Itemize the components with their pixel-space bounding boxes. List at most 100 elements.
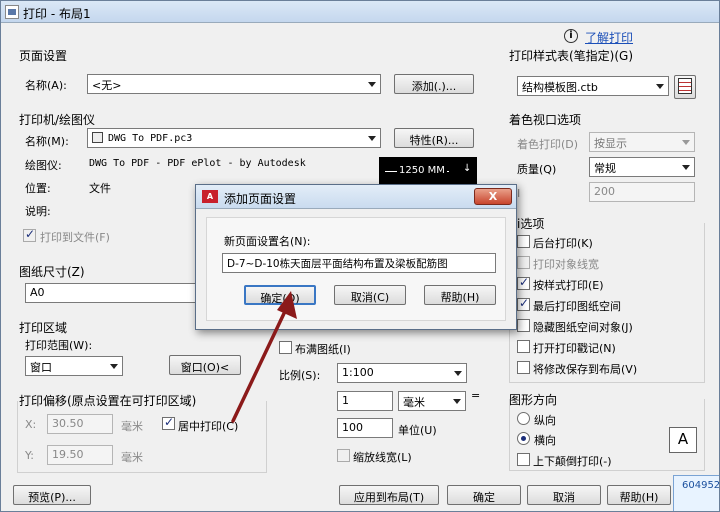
quality-select[interactable]: 常规 <box>589 157 695 177</box>
upside-down-checkbox[interactable] <box>517 453 530 466</box>
plot-option-checkbox[interactable] <box>517 296 530 311</box>
chevron-down-icon <box>682 165 690 170</box>
plot-dialog: 打印 - 布局1 i 了解打印 页面设置 名称(A): <无> 添加(.)...… <box>0 0 720 512</box>
paper-size-value: A0 <box>30 286 45 299</box>
offset-x-input[interactable]: 30.50 <box>47 414 113 434</box>
printer-name-select[interactable]: DWG To PDF.pc3 <box>87 128 381 148</box>
paper-size-heading: 图纸尺寸(Z) <box>19 265 85 279</box>
modal-ok-button[interactable]: 确定(O) <box>244 285 316 305</box>
ok-button[interactable]: 确定 <box>447 485 521 505</box>
equals-sign: = <box>471 389 481 402</box>
dpi-input[interactable]: 200 <box>589 182 695 202</box>
plot-option-checkbox[interactable] <box>517 361 530 374</box>
portrait-radio[interactable] <box>517 412 530 425</box>
window-select-button[interactable]: 窗口(O)< <box>169 355 241 375</box>
chevron-down-icon <box>110 364 118 369</box>
scale-unit-select[interactable]: 毫米 <box>398 391 466 411</box>
landscape-radio[interactable] <box>517 432 530 445</box>
scale-value2-input[interactable]: 100 <box>337 418 393 438</box>
info-icon: i <box>564 29 578 43</box>
fit-to-paper-checkbox[interactable] <box>279 341 292 354</box>
add-page-setup-button[interactable]: 添加(.)... <box>394 74 474 94</box>
modal-title-bar: A 添加页面设置 X <box>196 185 516 209</box>
modal-cancel-button[interactable]: 取消(C) <box>334 285 406 305</box>
preview-button[interactable]: 预览(P)... <box>13 485 91 505</box>
chevron-down-icon <box>656 84 664 89</box>
plot-option-checkbox[interactable] <box>517 275 530 290</box>
preview-dimension-text: 1250 MM <box>397 165 447 176</box>
chevron-down-icon <box>368 82 376 87</box>
printer-name-value: DWG To PDF.pc3 <box>108 133 193 144</box>
plot-style-select[interactable]: 结构模板图.ctb <box>517 76 669 96</box>
chevron-down-icon <box>682 140 690 145</box>
plot-option-checkbox[interactable] <box>517 319 530 332</box>
offset-y-label: Y: <box>25 449 34 462</box>
modal-help-button[interactable]: 帮助(H) <box>424 285 496 305</box>
fit-to-paper-label: 布满图纸(I) <box>295 343 351 356</box>
new-page-setup-name-input[interactable]: D-7~D-10栋天面层平面结构布置及梁板配筋图 <box>222 253 496 273</box>
plot-range-label: 打印范围(W): <box>25 339 93 352</box>
shade-plot-label: 着色打印(D) <box>517 138 579 151</box>
quality-value: 常规 <box>594 162 616 175</box>
learn-printing-link[interactable]: 了解打印 <box>585 29 633 46</box>
plot-option-label: 最后打印图纸空间 <box>533 300 621 313</box>
center-plot-label: 居中打印(C) <box>178 420 239 433</box>
quality-label: 质量(Q) <box>517 163 557 176</box>
center-plot-checkbox[interactable] <box>162 415 175 430</box>
window-title: 打印 - 布局1 <box>23 7 91 21</box>
edit-plot-style-button[interactable] <box>674 75 696 99</box>
upside-down-label: 上下颠倒打印(-) <box>533 455 612 468</box>
table-edit-icon <box>678 78 692 94</box>
printer-name-label: 名称(M): <box>25 135 69 148</box>
corner-tooltip: 604952 <box>673 475 719 511</box>
apply-to-layout-button[interactable]: 应用到布局(T) <box>339 485 439 505</box>
unit-label: 单位(U) <box>398 424 437 437</box>
modal-title: 添加页面设置 <box>224 192 297 206</box>
plot-option-label: 按样式打印(E) <box>533 279 604 292</box>
page-setup-name-value: <无> <box>92 79 122 92</box>
page-setup-name-select[interactable]: <无> <box>87 74 381 94</box>
title-bar: 打印 - 布局1 <box>1 1 719 23</box>
plotter-label: 绘图仪: <box>25 159 62 172</box>
paper-size-select[interactable]: A0 <box>25 283 205 303</box>
shade-plot-select[interactable]: 按显示 <box>589 132 695 152</box>
scale-lineweights-checkbox[interactable] <box>337 449 350 462</box>
help-button[interactable]: 帮助(H) <box>607 485 671 505</box>
plot-option-label: 打开打印戳记(N) <box>533 342 616 355</box>
location-value: 文件 <box>89 182 111 195</box>
offset-x-unit: 毫米 <box>121 420 143 433</box>
scale-value: 1:100 <box>342 366 374 379</box>
page-setup-heading: 页面设置 <box>19 49 68 63</box>
chevron-down-icon <box>454 371 462 376</box>
paper-preview: 1250 MM ↓ <box>379 157 477 187</box>
cancel-button[interactable]: 取消 <box>527 485 601 505</box>
new-page-setup-name-label: 新页面设置名(N): <box>224 235 311 248</box>
close-icon[interactable]: X <box>474 188 512 205</box>
chevron-down-icon <box>368 136 376 141</box>
plot-option-checkbox[interactable] <box>517 235 530 248</box>
scale-value1-input[interactable]: 1 <box>337 391 393 411</box>
plot-option-checkbox[interactable] <box>517 256 530 269</box>
print-to-file-checkbox[interactable] <box>23 227 36 242</box>
orientation-preview-icon: A <box>669 427 697 453</box>
offset-y-input[interactable]: 19.50 <box>47 445 113 465</box>
printer-properties-button[interactable]: 特性(R)... <box>394 128 474 148</box>
portrait-label: 纵向 <box>534 414 556 427</box>
offset-y-unit: 毫米 <box>121 451 143 464</box>
location-label: 位置: <box>25 182 51 195</box>
plot-style-value: 结构模板图.ctb <box>522 81 598 94</box>
add-page-setup-dialog: A 添加页面设置 X 新页面设置名(N): D-7~D-10栋天面层平面结构布置… <box>195 184 517 330</box>
scale-lineweights-label: 缩放线宽(L) <box>353 451 412 464</box>
chevron-down-icon <box>453 399 461 404</box>
plot-style-heading: 打印样式表(笔指定)(G) <box>509 49 634 63</box>
scale-select[interactable]: 1:100 <box>337 363 467 383</box>
plot-option-label: 后台打印(K) <box>533 237 593 250</box>
shade-plot-value: 按显示 <box>594 137 627 150</box>
scale-label: 比例(S): <box>279 369 321 382</box>
plot-area-heading: 打印区域 <box>19 321 68 335</box>
page-setup-name-label: 名称(A): <box>25 79 67 92</box>
printer-heading: 打印机/绘图仪 <box>19 113 96 127</box>
plot-option-checkbox[interactable] <box>517 340 530 353</box>
printer-icon <box>92 132 103 143</box>
plot-range-select[interactable]: 窗口 <box>25 356 123 376</box>
